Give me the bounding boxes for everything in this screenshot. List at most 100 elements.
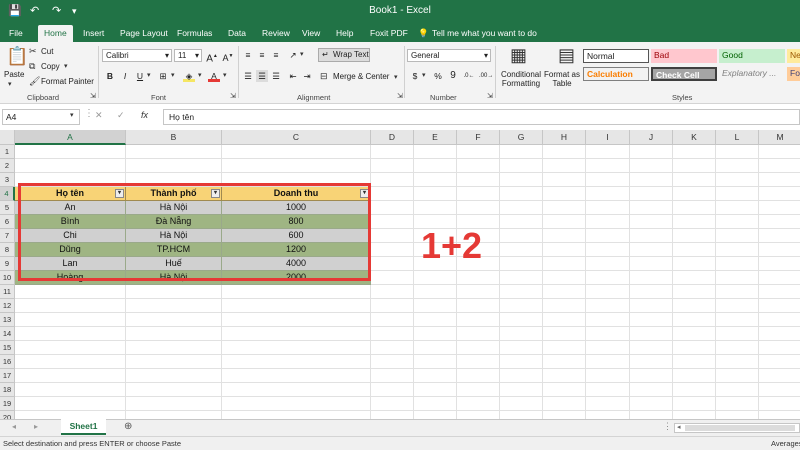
number-format-select[interactable]: General ▾: [407, 49, 491, 62]
orientation-icon[interactable]: ↗: [287, 49, 299, 61]
row-header-14[interactable]: 14: [0, 327, 15, 341]
align-middle-icon[interactable]: ≡: [256, 49, 268, 61]
column-header-c[interactable]: C: [222, 130, 371, 145]
column-header-l[interactable]: L: [716, 130, 759, 145]
format-as-table-icon[interactable]: ▤: [558, 45, 575, 66]
row-header-19[interactable]: 19: [0, 397, 15, 411]
row-header-1[interactable]: 1: [0, 145, 15, 159]
cancel-icon[interactable]: ✕: [95, 110, 103, 121]
style-neutral[interactable]: Ne: [787, 49, 800, 63]
orientation-dropdown-icon[interactable]: ▾: [300, 50, 304, 58]
row-header-15[interactable]: 15: [0, 341, 15, 355]
column-header-e[interactable]: E: [414, 130, 457, 145]
scroll-left-icon[interactable]: ◂: [677, 423, 681, 431]
row-header-13[interactable]: 13: [0, 313, 15, 327]
font-color-dropdown-icon[interactable]: ▾: [223, 71, 227, 79]
style-check-cell[interactable]: Check Cell: [651, 67, 717, 81]
copy-dropdown-icon[interactable]: ▾: [64, 62, 68, 70]
decrease-indent-icon[interactable]: ⇤: [287, 70, 299, 82]
column-header-b[interactable]: B: [126, 130, 222, 145]
bold-button[interactable]: B: [104, 70, 116, 82]
style-normal[interactable]: Normal: [583, 49, 649, 63]
align-left-icon[interactable]: ☰: [242, 70, 254, 82]
style-bad[interactable]: Bad: [651, 49, 717, 63]
tab-data[interactable]: Data: [228, 25, 246, 42]
row-header-12[interactable]: 12: [0, 299, 15, 313]
column-header-j[interactable]: J: [630, 130, 673, 145]
paste-icon[interactable]: 📋: [6, 46, 28, 67]
style-calculation[interactable]: Calculation: [583, 67, 649, 81]
conditional-formatting-icon[interactable]: ▦: [510, 45, 527, 66]
font-launcher-icon[interactable]: ⇲: [230, 92, 236, 100]
font-color-icon[interactable]: A: [208, 70, 220, 82]
row-header-16[interactable]: 16: [0, 355, 15, 369]
row-header-4[interactable]: 4: [0, 187, 15, 201]
accounting-format-icon[interactable]: $: [409, 70, 421, 82]
enter-icon[interactable]: ✓: [117, 110, 125, 121]
style-good[interactable]: Good: [719, 49, 785, 63]
cut-icon[interactable]: ✂: [29, 46, 37, 57]
select-all-corner[interactable]: [0, 130, 15, 145]
underline-button[interactable]: U: [134, 70, 146, 82]
tab-file[interactable]: File: [9, 25, 23, 42]
increase-indent-icon[interactable]: ⇥: [301, 70, 313, 82]
format-as-table-button[interactable]: Format as Table: [544, 70, 580, 88]
scroll-sheets-left-icon[interactable]: ◂: [12, 422, 16, 431]
formula-input[interactable]: Họ tên: [163, 109, 800, 125]
shrink-font-icon[interactable]: A▼: [222, 50, 234, 63]
row-header-18[interactable]: 18: [0, 383, 15, 397]
paste-dropdown-icon[interactable]: ▾: [8, 80, 12, 88]
tab-foxit-pdf[interactable]: Foxit PDF: [370, 25, 408, 42]
tab-page-layout[interactable]: Page Layout: [120, 25, 168, 42]
merge-center-button[interactable]: Merge & Center: [333, 72, 389, 81]
tab-review[interactable]: Review: [262, 25, 290, 42]
new-sheet-icon[interactable]: ⊕: [124, 421, 132, 432]
column-header-m[interactable]: M: [759, 130, 800, 145]
percent-style-icon[interactable]: %: [432, 70, 444, 82]
row-header-10[interactable]: 10: [0, 271, 15, 285]
column-header-k[interactable]: K: [673, 130, 716, 145]
tell-me-box[interactable]: Tell me what you want to do: [432, 25, 537, 42]
row-header-3[interactable]: 3: [0, 173, 15, 187]
scrollbar-thumb[interactable]: [685, 425, 795, 431]
scroll-sheets-right-icon[interactable]: ▸: [34, 422, 38, 431]
grow-font-icon[interactable]: A▲: [206, 50, 218, 64]
column-header-g[interactable]: G: [500, 130, 543, 145]
column-header-f[interactable]: F: [457, 130, 500, 145]
column-header-i[interactable]: I: [586, 130, 630, 145]
align-center-icon[interactable]: ☰: [256, 70, 268, 82]
align-top-icon[interactable]: ≡: [242, 49, 254, 61]
align-right-icon[interactable]: ☰: [270, 70, 282, 82]
underline-dropdown-icon[interactable]: ▾: [147, 71, 151, 79]
row-header-7[interactable]: 7: [0, 229, 15, 243]
row-header-9[interactable]: 9: [0, 257, 15, 271]
borders-icon[interactable]: ⊞: [157, 70, 169, 82]
cut-button[interactable]: Cut: [41, 47, 53, 56]
copy-icon[interactable]: ⧉: [29, 61, 35, 72]
comma-style-icon[interactable]: 9: [447, 70, 459, 82]
name-box[interactable]: A4: [2, 109, 80, 125]
row-header-6[interactable]: 6: [0, 215, 15, 229]
merge-dropdown-icon[interactable]: ▾: [394, 73, 398, 81]
column-header-h[interactable]: H: [543, 130, 586, 145]
conditional-formatting-button[interactable]: Conditional Formatting: [499, 70, 543, 88]
fill-color-icon[interactable]: ◈: [183, 70, 195, 82]
row-header-11[interactable]: 11: [0, 285, 15, 299]
format-painter-icon[interactable]: 🖌: [29, 76, 40, 87]
copy-button[interactable]: Copy: [41, 62, 60, 71]
column-header-d[interactable]: D: [371, 130, 414, 145]
tab-help[interactable]: Help: [336, 25, 353, 42]
row-header-17[interactable]: 17: [0, 369, 15, 383]
style-explanatory[interactable]: Explanatory ...: [719, 67, 785, 81]
increase-decimal-icon[interactable]: .0←: [463, 70, 475, 82]
format-painter-button[interactable]: Format Painter: [41, 77, 94, 86]
row-header-8[interactable]: 8: [0, 243, 15, 257]
number-launcher-icon[interactable]: ⇲: [487, 92, 493, 100]
row-header-2[interactable]: 2: [0, 159, 15, 173]
more-options-icon[interactable]: ⋮: [84, 108, 94, 119]
fill-color-dropdown-icon[interactable]: ▾: [198, 71, 202, 79]
alignment-launcher-icon[interactable]: ⇲: [397, 92, 403, 100]
decrease-decimal-icon[interactable]: .00→: [479, 70, 493, 82]
style-followed[interactable]: Fo: [787, 67, 800, 81]
sheet-tab-sheet1[interactable]: Sheet1: [61, 419, 106, 435]
